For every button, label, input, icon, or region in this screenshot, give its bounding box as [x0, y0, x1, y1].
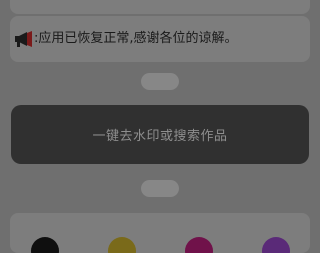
megaphone-icon — [13, 30, 35, 48]
app-icon-magenta[interactable] — [185, 237, 213, 253]
app-icon-gold[interactable] — [108, 237, 136, 253]
notice-text: :应用已恢复正常,感谢各位的谅解。 — [34, 31, 238, 46]
divider-pill — [141, 73, 179, 90]
watermark-search-button[interactable]: 一键去水印或搜索作品 — [11, 105, 309, 164]
top-card — [10, 0, 310, 14]
watermark-search-label: 一键去水印或搜索作品 — [92, 129, 228, 144]
notice-banner: :应用已恢复正常,感谢各位的谅解。 — [10, 16, 310, 62]
app-icon-purple[interactable] — [262, 237, 290, 253]
app-shortcuts-card — [10, 213, 310, 253]
divider-pill — [141, 180, 179, 197]
app-icon-black[interactable] — [31, 237, 59, 253]
